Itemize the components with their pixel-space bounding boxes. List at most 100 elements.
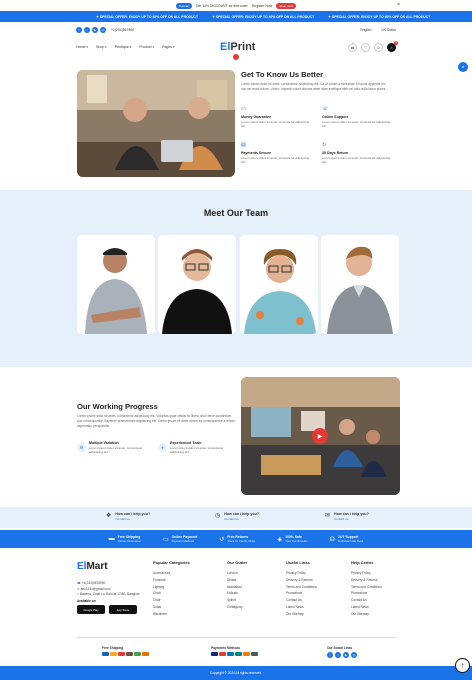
- truck-icon: ▬: [108, 536, 115, 542]
- footer-link[interactable]: Delivery & Returns: [351, 577, 382, 584]
- paypal-icon: [227, 652, 234, 656]
- team-title: Meet Our Team: [203, 208, 269, 218]
- working-video[interactable]: ▶: [241, 377, 400, 495]
- feature-safe: ◈ 100% Safe View Our Benefits: [277, 535, 308, 543]
- user-icon[interactable]: ☺: [374, 42, 383, 52]
- footer-link[interactable]: Terms and Conditions: [286, 584, 317, 591]
- location-icon: ⌖: [77, 592, 79, 596]
- app-store-button[interactable]: App Store: [109, 605, 137, 615]
- help-item[interactable]: ❖ How can i help you? Contact us: [106, 512, 150, 521]
- footer-col-outlet: Our Outlet London Dhaka Islamabad Kolkat…: [227, 560, 247, 611]
- feature-online-support: ☏ Online Support Lorem ipsum dolor sit a…: [322, 106, 391, 129]
- team-card[interactable]: [77, 235, 155, 334]
- footer-link[interactable]: Furniture: [153, 577, 190, 584]
- feature-free-shipping: ▬ Free Shipping Carrier Information: [108, 535, 141, 543]
- feature-payments-secure: ▤ Payments Secure Lorem ipsum dolor sit …: [241, 142, 310, 165]
- twitter-icon[interactable]: t: [335, 652, 341, 658]
- youtube-icon[interactable]: ▶: [92, 26, 98, 33]
- footer-col-categories: Popular Categories Accessories Furniture…: [153, 560, 190, 618]
- facebook-icon[interactable]: f: [327, 652, 333, 658]
- team-card[interactable]: [158, 235, 236, 334]
- footer-link[interactable]: Contact Us: [351, 597, 382, 604]
- currency-select[interactable]: US Dollar: [381, 28, 396, 32]
- footer-link[interactable]: Delivery & Returns: [286, 577, 317, 584]
- twitter-icon[interactable]: t: [84, 26, 90, 33]
- feature-free-returns: ↺ Free Returns Track Or Cancle Order: [219, 535, 256, 543]
- returns-icon: ↺: [219, 536, 225, 543]
- card-icon: ▤: [241, 142, 246, 148]
- google-play-button[interactable]: Google Play: [77, 605, 105, 615]
- nav-product[interactable]: Product: [139, 45, 154, 49]
- main-nav: Home Shop Printique Product Pages ElPrin…: [76, 38, 398, 60]
- nav-home[interactable]: Home: [76, 45, 88, 49]
- language-select[interactable]: English: [360, 28, 371, 32]
- shop-now-button[interactable]: Shop Now: [276, 2, 296, 9]
- feature-money-guarantee: ▭ Money Guarantee Lorem ipsum dolor sit …: [241, 106, 310, 129]
- nav-printique[interactable]: Printique: [115, 45, 132, 49]
- footer-link[interactable]: Wardrobe: [153, 611, 190, 618]
- footer-link[interactable]: Latest News: [351, 604, 382, 611]
- team-card[interactable]: [321, 235, 399, 334]
- footer-link[interactable]: Terms and Conditions: [351, 584, 382, 591]
- scroll-top-icon[interactable]: ↑: [455, 658, 470, 673]
- about-title: Get To Know Us Better: [241, 70, 324, 79]
- footer-logo[interactable]: ElMart: [77, 561, 108, 572]
- footer-divider: [77, 637, 397, 638]
- money-icon: ▭: [241, 106, 246, 112]
- footer-link[interactable]: Lighting: [153, 584, 190, 591]
- footer-link[interactable]: Chair: [153, 597, 190, 604]
- help-item[interactable]: ✉ How can i help you? Contact us: [325, 512, 369, 521]
- help-item[interactable]: ◷ How can i help you? Contact us: [215, 512, 259, 521]
- variation-icon: ⚙: [77, 443, 86, 453]
- settings-icon[interactable]: ⚙: [458, 62, 468, 72]
- footer-link[interactable]: Contact Us: [286, 597, 317, 604]
- footer-link[interactable]: Chittagong: [227, 604, 247, 611]
- footer-link[interactable]: Clock: [153, 590, 190, 597]
- footer-link[interactable]: Latest News: [286, 604, 317, 611]
- nav-pages[interactable]: Pages: [162, 45, 175, 49]
- shipping-logo-icon: [110, 652, 117, 656]
- sub-header: f t ▶ ◎ +1(234)567890 English US Dollar: [76, 24, 396, 35]
- footer-link[interactable]: Privacy Policy: [286, 570, 317, 577]
- footer-link[interactable]: Sofas: [153, 604, 190, 611]
- footer-link[interactable]: Privacy Policy: [351, 570, 382, 577]
- shipping-logo-icon: [118, 652, 125, 656]
- footer-link[interactable]: Promotions: [351, 590, 382, 597]
- team-icon: ✈: [158, 443, 167, 453]
- phone-number: +1(234)567890: [111, 27, 135, 32]
- footer-link[interactable]: Kolkata: [227, 590, 247, 597]
- site-logo[interactable]: ElPrint: [220, 41, 255, 53]
- footer-link[interactable]: London: [227, 570, 247, 577]
- register-link[interactable]: Register Now: [252, 4, 272, 8]
- compare-icon[interactable]: ⇄: [348, 42, 357, 52]
- special-badge: Special: [176, 2, 192, 9]
- play-icon[interactable]: ▶: [312, 428, 328, 444]
- facebook-icon[interactable]: f: [76, 26, 82, 33]
- announcement-bar: Special Get 10% DISCOUNT for first order…: [0, 0, 472, 11]
- working-title: Our Working Progress: [77, 402, 158, 411]
- wishlist-icon[interactable]: ♡: [361, 42, 370, 52]
- footer-link[interactable]: Our Sitemap: [286, 611, 317, 618]
- ticker-item: SPECIAL OFFER: ENJOY UP TO 40% OFF ON AL…: [96, 15, 198, 19]
- shipping-logo-icon: [126, 652, 133, 656]
- card-icon: [251, 652, 258, 656]
- close-icon[interactable]: ×: [397, 2, 400, 8]
- footer-link[interactable]: Sylhet: [227, 597, 247, 604]
- mastercard-icon: [219, 652, 226, 656]
- footer-link[interactable]: Our Sitemap: [351, 611, 382, 618]
- shipping-logo-icon: [102, 652, 109, 656]
- footer-link[interactable]: Promotions: [286, 590, 317, 597]
- footer-link[interactable]: Dhaka: [227, 577, 247, 584]
- shipping-logo-icon: [134, 652, 141, 656]
- youtube-icon[interactable]: ▶: [343, 652, 349, 658]
- nav-shop[interactable]: Shop: [96, 45, 107, 49]
- cart-icon[interactable]: ⌂ 0: [387, 40, 398, 52]
- footer-contact: ☎ +1(234)5678990 ✉ abc1234@gmail.com ⌖ M…: [77, 580, 147, 615]
- instagram-icon[interactable]: ◎: [351, 652, 357, 658]
- payment-icon: ▭: [162, 536, 169, 543]
- footer-link[interactable]: Islamabad: [227, 584, 247, 591]
- team-card[interactable]: [240, 235, 318, 334]
- instagram-icon[interactable]: ◎: [100, 26, 106, 33]
- amex-icon: [235, 652, 242, 656]
- footer-link[interactable]: Accessories: [153, 570, 190, 577]
